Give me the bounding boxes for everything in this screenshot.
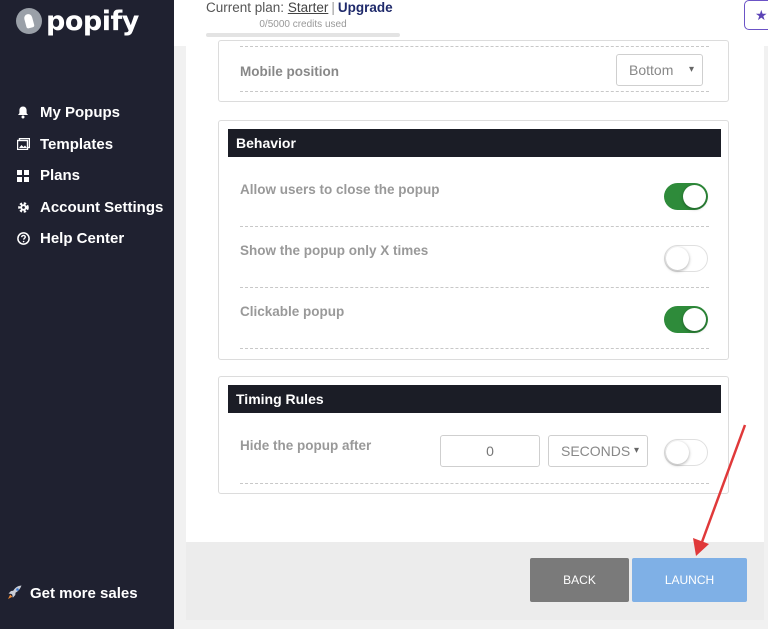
current-plan: Current plan: Starter | Upgrade bbox=[206, 0, 393, 15]
plan-separator: | bbox=[331, 0, 335, 15]
timing-rule-toggle[interactable] bbox=[664, 439, 708, 466]
sidebar-item-templates[interactable]: Templates bbox=[16, 129, 174, 161]
star-button[interactable]: ★ bbox=[744, 0, 768, 30]
plan-name-link[interactable]: Starter bbox=[288, 0, 329, 15]
sidebar-item-my-popups[interactable]: My Popups bbox=[16, 97, 174, 129]
plan-prefix: Current plan: bbox=[206, 0, 285, 15]
chevron-down-icon: ▾ bbox=[688, 64, 694, 75]
sidebar-item-account-settings[interactable]: Account Settings bbox=[16, 192, 174, 224]
sidebar-nav: My Popups Templates Plans Account Settin… bbox=[16, 97, 174, 255]
credits-progress-bar bbox=[206, 33, 400, 37]
timing-rules-title: Timing Rules bbox=[228, 385, 721, 413]
sidebar: popify My Popups Templates Plans Account… bbox=[0, 0, 174, 629]
get-more-sales-link[interactable]: Get more sales bbox=[7, 584, 138, 603]
show-x-times-label: Show the popup only X times bbox=[240, 243, 429, 258]
allow-close-toggle[interactable] bbox=[664, 183, 708, 210]
show-x-times-toggle[interactable] bbox=[664, 245, 708, 272]
rocket-icon bbox=[7, 584, 23, 603]
toggle-knob bbox=[666, 247, 689, 270]
sidebar-item-help-center[interactable]: Help Center bbox=[16, 223, 174, 255]
timing-rules-card: Timing Rules Hide the popup after 0 SECO… bbox=[218, 376, 729, 494]
launch-button[interactable]: LAUNCH bbox=[632, 558, 747, 602]
brand-logo[interactable]: popify bbox=[16, 4, 139, 38]
toggle-knob bbox=[683, 308, 706, 331]
popup-settings-panel: Mobile position Bottom ▾ Behavior Allow … bbox=[186, 40, 764, 542]
allow-close-label: Allow users to close the popup bbox=[240, 182, 440, 197]
behavior-card: Behavior Allow users to close the popup … bbox=[218, 120, 729, 360]
time-unit-value: SECONDS bbox=[561, 443, 631, 459]
divider bbox=[240, 91, 709, 92]
toggle-knob bbox=[666, 441, 689, 464]
mobile-position-value: Bottom bbox=[629, 62, 674, 78]
hide-after-input[interactable]: 0 bbox=[440, 435, 540, 467]
behavior-title: Behavior bbox=[228, 129, 721, 157]
divider bbox=[240, 46, 709, 47]
sidebar-item-label: My Popups bbox=[40, 104, 121, 122]
templates-icon bbox=[16, 138, 30, 151]
sidebar-item-label: Templates bbox=[40, 135, 114, 153]
chevron-down-icon: ▾ bbox=[633, 445, 639, 456]
star-icon: ★ bbox=[755, 6, 768, 23]
divider bbox=[240, 226, 709, 227]
mobile-position-select[interactable]: Bottom ▾ bbox=[616, 54, 703, 86]
clickable-popup-label: Clickable popup bbox=[240, 304, 345, 319]
divider bbox=[240, 483, 709, 484]
gear-icon bbox=[16, 201, 30, 214]
divider bbox=[240, 287, 709, 288]
cursor-logo-icon bbox=[16, 8, 42, 34]
sidebar-item-label: Plans bbox=[40, 167, 81, 185]
position-card: Mobile position Bottom ▾ bbox=[218, 40, 729, 102]
help-icon bbox=[16, 232, 30, 246]
time-unit-select[interactable]: SECONDS ▾ bbox=[548, 435, 648, 467]
divider bbox=[240, 348, 709, 349]
footer-actions: BACK LAUNCH bbox=[186, 542, 764, 620]
sidebar-item-label: Account Settings bbox=[40, 198, 164, 216]
toggle-knob bbox=[683, 185, 706, 208]
bell-icon bbox=[16, 106, 30, 119]
clickable-popup-toggle[interactable] bbox=[664, 306, 708, 333]
hide-after-label: Hide the popup after bbox=[240, 438, 372, 453]
mobile-position-label: Mobile position bbox=[240, 64, 339, 79]
credits-text: 0/5000 credits used bbox=[259, 19, 347, 30]
back-button[interactable]: BACK bbox=[530, 558, 629, 602]
upgrade-link[interactable]: Upgrade bbox=[338, 0, 393, 15]
grid-icon bbox=[16, 169, 30, 182]
brand-name: popify bbox=[46, 5, 139, 37]
sidebar-item-plans[interactable]: Plans bbox=[16, 160, 174, 192]
promo-label: Get more sales bbox=[30, 585, 138, 602]
sidebar-item-label: Help Center bbox=[40, 230, 125, 248]
